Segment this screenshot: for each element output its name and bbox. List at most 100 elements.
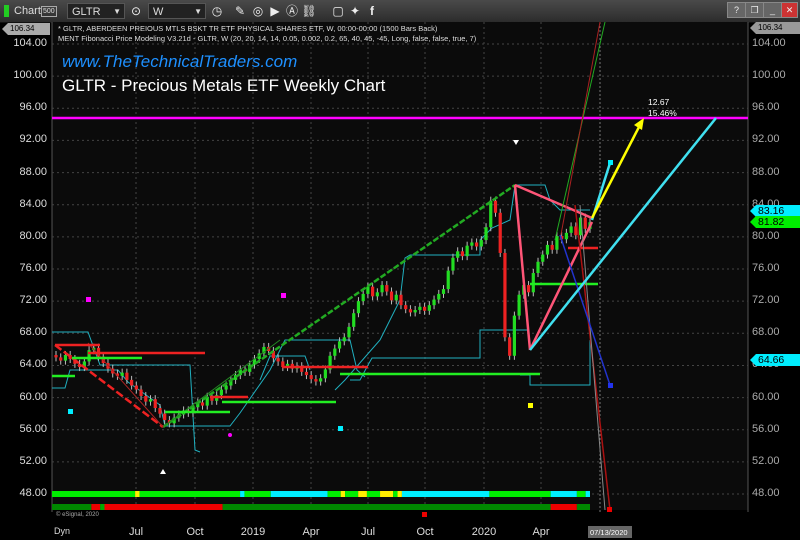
indicator-segment — [397, 491, 402, 497]
y-tick-label-left: 64.00 — [19, 358, 47, 371]
y-tick-label-left: 48.00 — [19, 487, 47, 500]
candle-up — [366, 286, 370, 294]
comment-icon[interactable]: ▢ — [330, 3, 346, 19]
y-tick-label: 80.00 — [752, 229, 780, 242]
interval-select[interactable]: W ▼ — [148, 3, 206, 19]
target-points: 12.67 — [648, 97, 670, 107]
candle-down — [144, 395, 148, 402]
y-tick-label: 48.00 — [752, 487, 780, 500]
y-tick-label: 56.00 — [752, 422, 780, 435]
twitter-icon[interactable]: ✦ — [347, 3, 363, 19]
x-tick-label: Apr — [532, 526, 550, 538]
interval-value: W — [153, 6, 164, 18]
red-marker — [607, 507, 612, 512]
candle-down — [59, 357, 63, 361]
candle-up — [545, 244, 550, 255]
blue-marker — [608, 383, 613, 388]
candle-down — [408, 309, 413, 313]
candle-up — [361, 293, 365, 302]
clock-icon[interactable]: ◷ — [209, 3, 225, 19]
indicator-segment — [576, 491, 586, 497]
indicator-segment — [240, 491, 245, 497]
magenta-dot — [228, 433, 232, 437]
magenta-marker — [86, 297, 91, 302]
candle-up — [342, 337, 346, 342]
candle-down — [139, 389, 143, 396]
candle-up — [356, 301, 361, 314]
candle-up — [427, 305, 431, 311]
candle-down — [474, 242, 479, 247]
price-tag-lower-cyan: 64.66 — [750, 354, 800, 366]
candle-down — [200, 402, 205, 406]
candle-down — [583, 217, 587, 229]
chart-title: GLTR - Precious Metals ETF Weekly Chart — [62, 76, 386, 95]
candle-up — [337, 341, 342, 349]
indicator-segment — [576, 504, 590, 510]
y-tick-label: 60.00 — [752, 390, 780, 403]
candle-down — [309, 375, 313, 380]
target-percent: 15.46% — [648, 108, 677, 118]
y-tick-label-left: 72.00 — [19, 294, 47, 307]
candle-down — [389, 291, 394, 301]
candle-down — [385, 285, 389, 292]
candle-up — [432, 299, 436, 306]
candle-up — [479, 240, 483, 247]
candle-up — [224, 385, 228, 390]
candle-up — [120, 372, 124, 376]
price-chart[interactable] — [0, 22, 800, 540]
red-marker — [422, 512, 427, 517]
site-watermark: www.TheTechnicalTraders.com — [62, 52, 298, 71]
candle-down — [314, 379, 318, 382]
indicator-segment — [270, 491, 328, 497]
candle-up — [394, 294, 398, 301]
candle-up — [512, 315, 516, 356]
indicator-segment — [358, 491, 367, 497]
candle-down — [460, 251, 465, 257]
candle-down — [134, 385, 138, 390]
candle-down — [304, 371, 309, 376]
candle-up — [531, 273, 535, 293]
candle-down — [125, 372, 129, 380]
study-icon[interactable]: ◎ — [250, 3, 266, 19]
candle-up — [451, 257, 455, 271]
symbol-select[interactable]: GLTR ▼ — [67, 3, 125, 19]
minimize-button[interactable]: _ — [763, 2, 782, 18]
indicator-segment — [550, 504, 577, 510]
y-tick-label: 104.00 — [752, 37, 786, 49]
help-button[interactable]: ? — [727, 2, 746, 18]
indicator-segment — [366, 491, 381, 497]
candle-up — [148, 399, 153, 402]
candle-down — [130, 379, 134, 386]
indicator-segment — [327, 491, 341, 497]
y-tick-label-left: 96.00 — [19, 101, 47, 114]
candle-up — [413, 309, 417, 313]
y-tick-label-left: 100.00 — [13, 69, 47, 82]
candle-down — [54, 354, 58, 358]
x-tick-label: 2020 — [471, 526, 497, 538]
close-button[interactable]: ✕ — [781, 2, 798, 18]
candle-up — [465, 245, 469, 257]
symbol-search-icon[interactable]: ⊙ — [128, 3, 144, 19]
candle-down — [503, 252, 507, 338]
candle-down — [550, 244, 554, 250]
play-icon[interactable]: ▶ — [267, 3, 283, 19]
candle-down — [493, 200, 498, 213]
price-tag-top-left: 106.34 — [2, 23, 50, 35]
restore-button[interactable]: ❐ — [745, 2, 764, 18]
pencil-icon[interactable]: ✎ — [232, 3, 248, 19]
indicator-segment — [100, 504, 105, 510]
indicator-segment — [139, 491, 241, 497]
indicator-segment — [340, 491, 346, 497]
y-tick-label: 96.00 — [752, 101, 780, 114]
x-tick-label: 2019 — [240, 526, 266, 538]
facebook-icon[interactable]: f — [364, 3, 380, 19]
x-tick-label: Jul — [128, 526, 144, 538]
price-tag-last-cyan: 83.16 — [750, 205, 800, 217]
link-icon[interactable]: ⛓ — [301, 3, 317, 19]
study-legend: MENT Fibonacci Price Modeling V3.21d - G… — [58, 34, 477, 43]
dynamic-scale-toggle[interactable]: Dyn — [54, 526, 70, 536]
candle-down — [153, 399, 157, 409]
alert-icon[interactable]: Ⓐ — [284, 3, 300, 19]
candle-down — [498, 212, 502, 253]
y-tick-label: 76.00 — [752, 262, 780, 274]
